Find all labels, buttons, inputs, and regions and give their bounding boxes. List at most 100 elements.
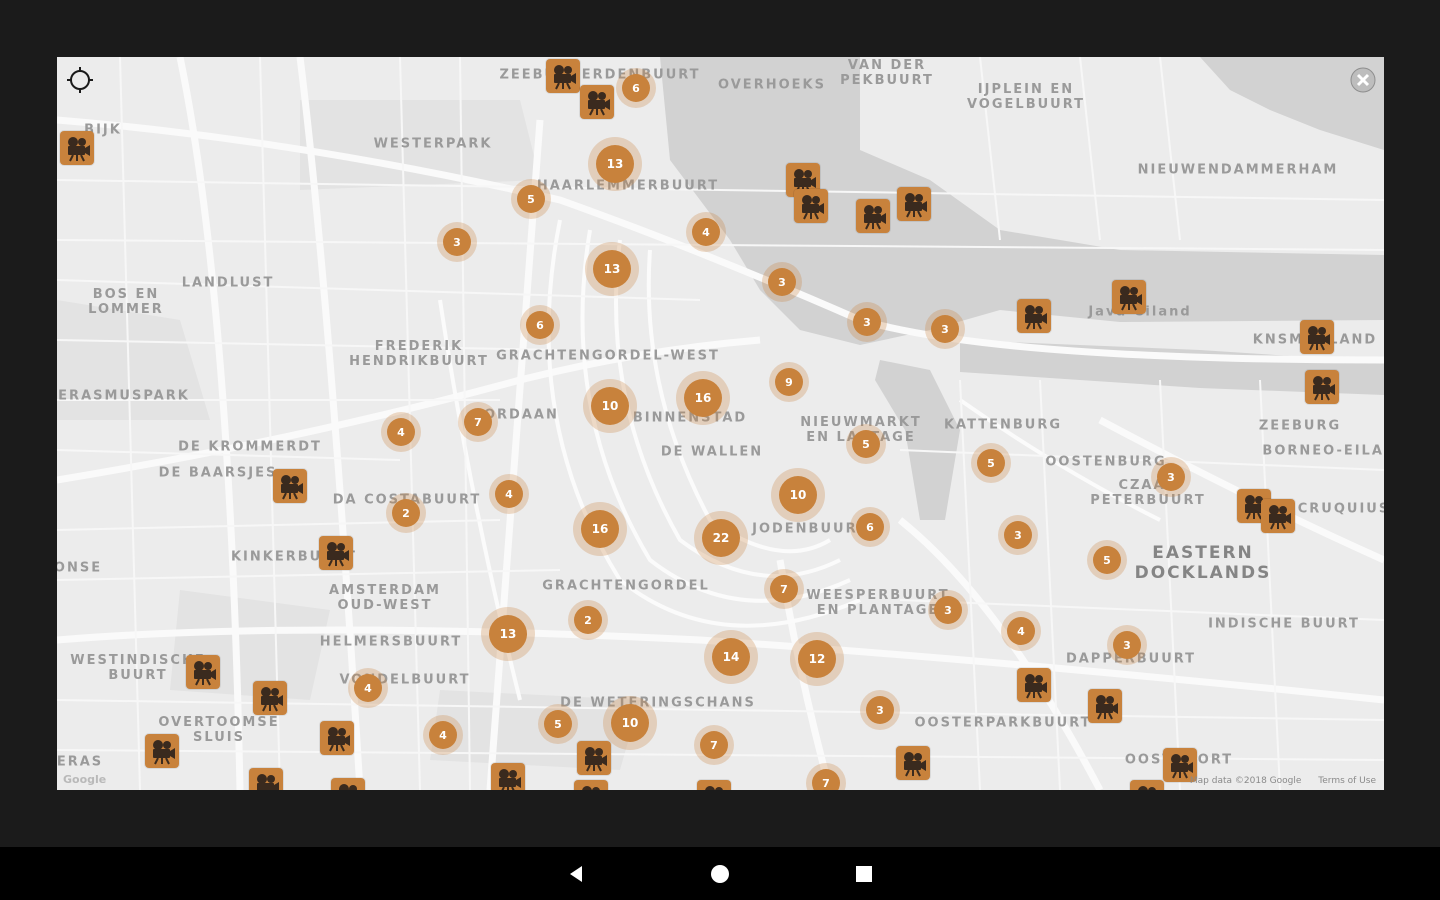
cluster-marker[interactable]: 5 bbox=[1087, 540, 1127, 580]
cluster-marker[interactable]: 16 bbox=[573, 502, 627, 556]
camera-marker[interactable] bbox=[697, 780, 731, 790]
camera-marker[interactable] bbox=[1305, 370, 1339, 404]
movie-camera-icon bbox=[802, 195, 824, 220]
cluster-count: 13 bbox=[593, 250, 631, 288]
cluster-marker[interactable]: 10 bbox=[603, 696, 657, 750]
cluster-marker[interactable]: 4 bbox=[1001, 611, 1041, 651]
cluster-marker[interactable]: 14 bbox=[704, 630, 758, 684]
cluster-marker[interactable]: 7 bbox=[694, 725, 734, 765]
camera-marker[interactable] bbox=[145, 734, 179, 768]
cluster-marker[interactable]: 3 bbox=[998, 515, 1038, 555]
cluster-count: 4 bbox=[1007, 617, 1035, 645]
cluster-marker[interactable]: 16 bbox=[676, 371, 730, 425]
camera-marker[interactable] bbox=[1088, 689, 1122, 723]
cluster-marker[interactable]: 3 bbox=[762, 262, 802, 302]
cluster-marker[interactable]: 6 bbox=[520, 305, 560, 345]
cluster-marker[interactable]: 3 bbox=[860, 690, 900, 730]
cluster-count: 3 bbox=[1113, 631, 1141, 659]
cluster-marker[interactable]: 4 bbox=[381, 412, 421, 452]
cluster-marker[interactable]: 22 bbox=[694, 511, 748, 565]
cluster-marker[interactable]: 6 bbox=[850, 507, 890, 547]
camera-marker[interactable] bbox=[577, 741, 611, 775]
cluster-marker[interactable]: 12 bbox=[790, 632, 844, 686]
cluster-marker[interactable]: 3 bbox=[1107, 625, 1147, 665]
cluster-marker[interactable]: 10 bbox=[583, 379, 637, 433]
camera-marker[interactable] bbox=[319, 536, 353, 570]
camera-marker[interactable] bbox=[580, 85, 614, 119]
camera-marker[interactable] bbox=[273, 469, 307, 503]
camera-marker[interactable] bbox=[1017, 668, 1051, 702]
cluster-marker[interactable]: 5 bbox=[511, 179, 551, 219]
camera-marker[interactable] bbox=[253, 681, 287, 715]
camera-marker[interactable] bbox=[1300, 320, 1334, 354]
cluster-marker[interactable]: 2 bbox=[386, 493, 426, 533]
movie-camera-icon bbox=[1269, 505, 1291, 530]
my-location-button[interactable] bbox=[65, 65, 95, 95]
movie-camera-icon bbox=[194, 661, 216, 686]
district-label: OVERHOEKS bbox=[718, 77, 826, 93]
map-attribution: Map data ©2018 Google Terms of Use bbox=[1176, 776, 1376, 786]
camera-marker[interactable] bbox=[1112, 280, 1146, 314]
home-button[interactable] bbox=[690, 847, 750, 900]
movie-camera-icon bbox=[864, 205, 886, 230]
cluster-marker[interactable]: 5 bbox=[846, 424, 886, 464]
district-label: AMSTERDAM OUD-WEST bbox=[329, 583, 441, 613]
camera-marker[interactable] bbox=[320, 721, 354, 755]
camera-marker[interactable] bbox=[897, 187, 931, 221]
camera-marker[interactable] bbox=[1017, 299, 1051, 333]
cluster-marker[interactable]: 4 bbox=[489, 474, 529, 514]
camera-marker[interactable] bbox=[546, 59, 580, 93]
district-label: FREDERIK HENDRIKBUURT bbox=[349, 339, 489, 369]
movie-camera-icon bbox=[327, 542, 349, 567]
cluster-count: 4 bbox=[692, 218, 720, 246]
cluster-marker[interactable]: 7 bbox=[458, 402, 498, 442]
cluster-marker[interactable]: 13 bbox=[481, 607, 535, 661]
cluster-marker[interactable]: 7 bbox=[764, 569, 804, 609]
cluster-count: 6 bbox=[622, 74, 650, 102]
district-label: CRUQUIUS bbox=[1297, 501, 1384, 517]
cluster-marker[interactable]: 4 bbox=[348, 668, 388, 708]
district-label: BOS EN LOMMER bbox=[88, 287, 164, 317]
camera-marker[interactable] bbox=[856, 199, 890, 233]
movie-camera-icon bbox=[328, 727, 350, 752]
cluster-marker[interactable]: 5 bbox=[971, 443, 1011, 483]
cluster-count: 5 bbox=[852, 430, 880, 458]
cluster-marker[interactable]: 3 bbox=[928, 590, 968, 630]
cluster-count: 16 bbox=[684, 379, 722, 417]
cluster-marker[interactable]: 3 bbox=[925, 309, 965, 349]
camera-marker[interactable] bbox=[249, 768, 283, 790]
cluster-count: 7 bbox=[812, 769, 840, 790]
camera-marker[interactable] bbox=[186, 655, 220, 689]
cluster-marker[interactable]: 5 bbox=[538, 704, 578, 744]
movie-camera-icon bbox=[281, 475, 303, 500]
terms-of-use-link[interactable]: Terms of Use bbox=[1318, 776, 1376, 786]
cluster-marker[interactable]: 3 bbox=[1151, 457, 1191, 497]
cluster-marker[interactable]: 4 bbox=[423, 715, 463, 755]
cluster-marker[interactable]: 9 bbox=[769, 362, 809, 402]
camera-marker[interactable] bbox=[60, 131, 94, 165]
camera-marker[interactable] bbox=[1261, 499, 1295, 533]
camera-marker[interactable] bbox=[331, 778, 365, 790]
camera-marker[interactable] bbox=[491, 763, 525, 790]
cluster-marker[interactable]: 3 bbox=[847, 302, 887, 342]
back-button[interactable] bbox=[547, 847, 607, 900]
cluster-marker[interactable]: 13 bbox=[588, 137, 642, 191]
cluster-marker[interactable]: 4 bbox=[686, 212, 726, 252]
cluster-marker[interactable]: 6 bbox=[616, 68, 656, 108]
close-button[interactable] bbox=[1350, 67, 1376, 93]
map-view[interactable]: ZEEBURGERDENBUURT VAN DER PEKBUURT OVERHOE… bbox=[57, 57, 1384, 790]
cluster-count: 7 bbox=[770, 575, 798, 603]
area-label: EASTERN DOCKLANDS bbox=[1134, 543, 1272, 583]
cluster-marker[interactable]: 2 bbox=[568, 600, 608, 640]
camera-marker[interactable] bbox=[794, 189, 828, 223]
camera-marker[interactable] bbox=[896, 746, 930, 780]
cluster-marker[interactable]: 13 bbox=[585, 242, 639, 296]
district-label: KATTENBURG bbox=[943, 417, 1063, 433]
cluster-marker[interactable]: 3 bbox=[437, 222, 477, 262]
movie-camera-icon bbox=[582, 786, 600, 790]
camera-marker[interactable] bbox=[574, 780, 608, 790]
recents-button[interactable] bbox=[834, 847, 894, 900]
camera-marker[interactable] bbox=[1130, 780, 1164, 790]
cluster-marker[interactable]: 10 bbox=[771, 468, 825, 522]
google-logo: Google bbox=[63, 773, 107, 786]
